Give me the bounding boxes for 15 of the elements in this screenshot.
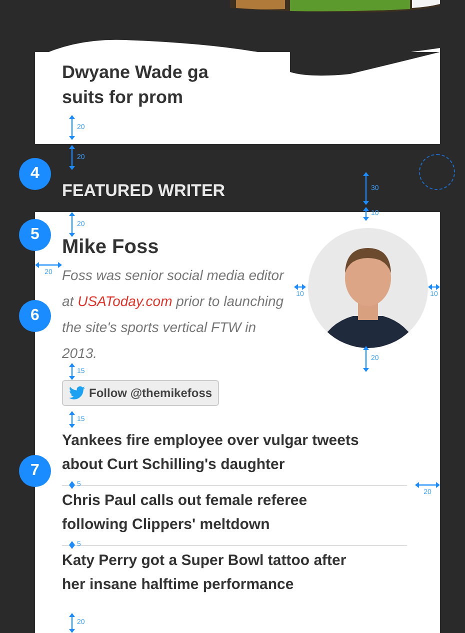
writer-bio: Foss was senior social media editor at USAToday.com prior to launching the site's sports vertical FTW in 2013. (62, 266, 286, 363)
article-link[interactable]: Katy Perry got a Super Bowl tattoo after her insane halftime performance (62, 549, 367, 597)
article-link[interactable]: Yankees fire employee over vulgar tweets about Curt Schilling's daughter (62, 429, 367, 477)
callout-badge: 6 (19, 300, 51, 332)
story-headline[interactable]: Dwyane Wade ga (62, 60, 208, 85)
writer-name: Mike Foss (62, 235, 160, 260)
callout-badge: 7 (19, 455, 51, 487)
article-link[interactable]: Chris Paul calls out female referee following Clippers' meltdown (62, 489, 367, 537)
follow-button[interactable]: Follow @themikefoss (62, 380, 220, 406)
section-title: FEATURED WRITER (62, 180, 226, 202)
profile-link[interactable]: USAToday.com (78, 293, 172, 309)
callout-badge: 4 (19, 158, 51, 190)
bird-icon (69, 386, 85, 400)
story-headline[interactable]: suits for prom (62, 85, 184, 110)
callout-badge: 5 (19, 219, 51, 251)
